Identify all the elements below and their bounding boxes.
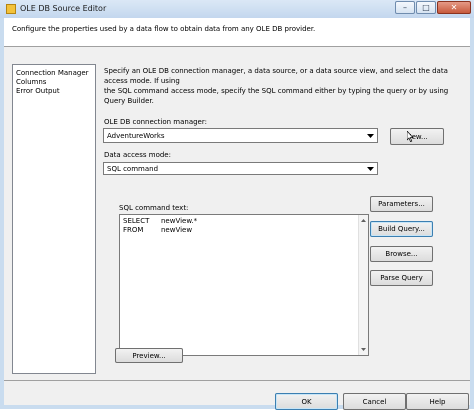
page-description-line-2: the SQL command access mode, specify the… [104, 87, 449, 105]
mouse-pointer-icon [406, 130, 414, 144]
sql-keyword: SELECT [123, 217, 150, 225]
connection-manager-value: AdventureWorks [107, 131, 165, 140]
help-button[interactable]: Help [406, 393, 469, 410]
access-mode-select[interactable]: SQL command [103, 162, 378, 175]
chevron-down-icon[interactable] [365, 164, 375, 173]
app-icon [6, 4, 16, 14]
preview-button[interactable]: Preview... [115, 348, 183, 363]
connection-manager-select[interactable]: AdventureWorks [103, 128, 378, 143]
nav-item-error-output[interactable]: Error Output [16, 87, 60, 95]
cancel-button[interactable]: Cancel [343, 393, 406, 410]
window-title: OLE DB Source Editor [20, 4, 107, 13]
chevron-down-icon[interactable] [365, 130, 375, 141]
parse-query-button[interactable]: Parse Query [370, 270, 433, 286]
nav-item-connection-manager[interactable]: Connection Manager [16, 69, 89, 77]
sql-identifier: newView [161, 226, 193, 234]
minimize-button[interactable]: – [395, 1, 415, 14]
close-button[interactable]: ✕ [437, 1, 471, 14]
scroll-up-icon[interactable] [359, 216, 368, 225]
sql-command-textarea[interactable]: SELECT newView.* FROM newView [119, 214, 369, 356]
build-query-button[interactable]: Build Query... [370, 221, 433, 237]
minimize-icon: – [403, 3, 407, 12]
sql-vertical-scrollbar[interactable] [358, 215, 368, 355]
close-icon: ✕ [450, 3, 458, 12]
ok-button[interactable]: OK [275, 393, 338, 410]
access-mode-value: SQL command [107, 164, 159, 173]
maximize-button[interactable]: □ [416, 1, 436, 14]
nav-item-columns[interactable]: Columns [16, 78, 46, 86]
connection-manager-label: OLE DB connection manager: [104, 118, 207, 126]
footer-divider [4, 380, 470, 381]
page-description: Specify an OLE DB connection manager, a … [104, 66, 462, 106]
title-bar[interactable]: OLE DB Source Editor – □ ✕ [0, 0, 474, 18]
browse-button[interactable]: Browse... [370, 246, 433, 262]
page-description-line-1: Specify an OLE DB connection manager, a … [104, 67, 448, 85]
sql-identifier: newView.* [161, 217, 198, 225]
maximize-icon: □ [422, 3, 430, 12]
page-navigation-list: Connection Manager Columns Error Output [12, 64, 96, 374]
window-frame: OLE DB Source Editor – □ ✕ Configure the… [0, 0, 474, 410]
new-connection-button[interactable]: New... [390, 128, 444, 145]
dialog-body: Configure the properties used by a data … [4, 18, 470, 410]
sql-keyword: FROM [123, 226, 144, 234]
access-mode-label: Data access mode: [104, 151, 171, 159]
parameters-button[interactable]: Parameters... [370, 196, 433, 212]
header-description: Configure the properties used by a data … [12, 25, 316, 33]
scroll-down-icon[interactable] [359, 345, 368, 354]
sql-command-label: SQL command text: [119, 204, 189, 212]
dialog-header: Configure the properties used by a data … [4, 18, 470, 47]
